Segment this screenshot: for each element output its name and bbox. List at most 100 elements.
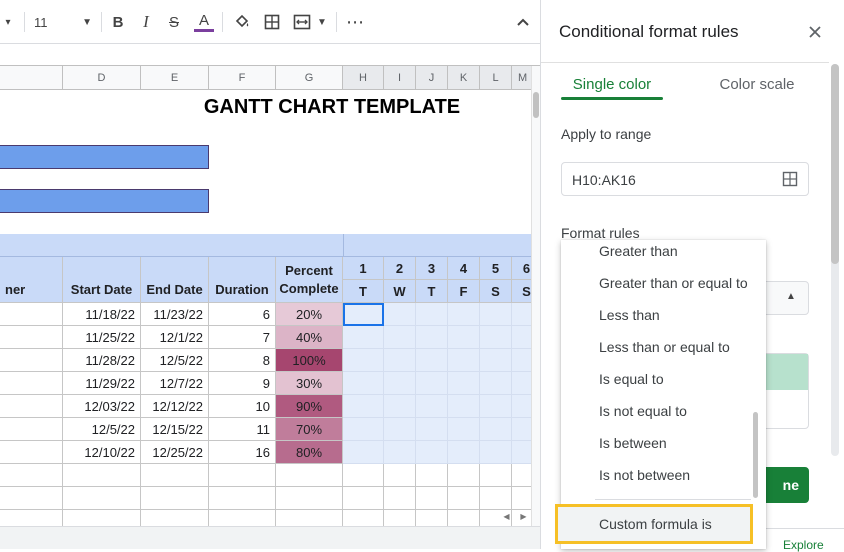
column-header[interactable]: F — [209, 66, 276, 90]
end-date-cell[interactable]: 12/12/22 — [141, 395, 209, 418]
bold-button[interactable]: B — [108, 8, 128, 36]
timeline-cell[interactable] — [416, 395, 448, 418]
empty-cell[interactable] — [0, 510, 63, 526]
range-input[interactable]: H10:AK16 — [561, 162, 809, 196]
owner-cell[interactable] — [0, 441, 63, 464]
tab-single-color[interactable]: Single color — [561, 76, 663, 93]
duration-cell[interactable]: 8 — [209, 349, 276, 372]
zoom-dropdown-arrow-icon[interactable]: ▾ — [0, 8, 16, 36]
timeline-cell[interactable] — [448, 303, 480, 326]
duration-cell[interactable]: 16 — [209, 441, 276, 464]
timeline-cell[interactable] — [480, 326, 512, 349]
empty-cell[interactable] — [480, 464, 512, 487]
sheet-vertical-scrollbar[interactable] — [531, 66, 540, 526]
timeline-cell[interactable] — [384, 372, 416, 395]
timeline-cell[interactable] — [512, 372, 531, 395]
duration-header[interactable]: Duration — [209, 257, 276, 303]
empty-cell[interactable] — [512, 464, 531, 487]
percent-cell[interactable]: 80% — [276, 441, 343, 464]
close-icon[interactable] — [805, 22, 825, 42]
select-range-icon[interactable] — [782, 171, 798, 192]
start-date-cell[interactable]: 12/03/22 — [63, 395, 141, 418]
day-letter-cell[interactable]: T — [343, 280, 384, 303]
done-button[interactable]: ne — [761, 467, 809, 503]
timeline-cell[interactable] — [448, 349, 480, 372]
column-header[interactable]: H — [343, 66, 384, 90]
timeline-cell[interactable] — [512, 303, 531, 326]
owner-cell[interactable] — [0, 349, 63, 372]
timeline-cell[interactable] — [416, 303, 448, 326]
duration-cell[interactable]: 7 — [209, 326, 276, 349]
day-letter-cell[interactable]: W — [384, 280, 416, 303]
start-date-cell[interactable]: 12/5/22 — [63, 418, 141, 441]
column-header[interactable]: G — [276, 66, 343, 90]
timeline-cell[interactable] — [384, 349, 416, 372]
end-date-cell[interactable]: 12/25/22 — [141, 441, 209, 464]
timeline-cell[interactable] — [384, 441, 416, 464]
timeline-cell[interactable] — [512, 418, 531, 441]
timeline-cell[interactable] — [480, 441, 512, 464]
owner-cell[interactable] — [0, 303, 63, 326]
end-date-cell[interactable]: 12/1/22 — [141, 326, 209, 349]
percent-cell[interactable]: 20% — [276, 303, 343, 326]
column-header[interactable]: E — [141, 66, 209, 90]
timeline-cell[interactable] — [480, 372, 512, 395]
day-number-cell[interactable]: 1 — [343, 257, 384, 280]
empty-cell[interactable] — [416, 464, 448, 487]
day-number-cell[interactable]: 4 — [448, 257, 480, 280]
timeline-cell[interactable] — [448, 395, 480, 418]
merge-cells-icon[interactable]: ▼ — [290, 8, 330, 36]
timeline-cell[interactable] — [512, 326, 531, 349]
empty-cell[interactable] — [141, 464, 209, 487]
text-color-button[interactable]: A — [192, 8, 216, 36]
empty-cell[interactable] — [343, 464, 384, 487]
percent-cell[interactable]: 40% — [276, 326, 343, 349]
percent-cell[interactable]: 100% — [276, 349, 343, 372]
empty-cell[interactable] — [384, 464, 416, 487]
start-date-cell[interactable]: 11/18/22 — [63, 303, 141, 326]
blue-bar[interactable] — [0, 145, 209, 169]
percent-complete-header[interactable]: Percent Complete — [276, 257, 343, 303]
timeline-cell[interactable] — [480, 349, 512, 372]
timeline-cell[interactable] — [480, 395, 512, 418]
strikethrough-button[interactable]: S — [164, 8, 184, 36]
start-date-cell[interactable]: 11/25/22 — [63, 326, 141, 349]
start-date-header[interactable]: Start Date — [63, 257, 141, 303]
day-letter-cell[interactable]: F — [448, 280, 480, 303]
duration-cell[interactable]: 10 — [209, 395, 276, 418]
empty-cell[interactable] — [512, 487, 531, 510]
day-number-cell[interactable]: 5 — [480, 257, 512, 280]
start-date-cell[interactable]: 12/10/22 — [63, 441, 141, 464]
empty-cell[interactable] — [276, 510, 343, 526]
timeline-cell[interactable] — [512, 395, 531, 418]
empty-cell[interactable] — [276, 487, 343, 510]
empty-cell[interactable] — [141, 487, 209, 510]
timeline-cell[interactable] — [384, 395, 416, 418]
timeline-cell[interactable] — [343, 418, 384, 441]
column-header[interactable]: J — [416, 66, 448, 90]
timeline-cell[interactable] — [416, 372, 448, 395]
owner-cell[interactable] — [0, 395, 63, 418]
day-letter-cell[interactable]: T — [416, 280, 448, 303]
italic-button[interactable]: I — [136, 8, 156, 36]
timeline-cell[interactable] — [512, 441, 531, 464]
empty-cell[interactable] — [63, 510, 141, 526]
timeline-cell[interactable] — [416, 349, 448, 372]
empty-cell[interactable] — [416, 510, 448, 526]
scroll-right-icon[interactable]: ▶ — [520, 512, 526, 524]
empty-cell[interactable] — [209, 464, 276, 487]
start-date-cell[interactable]: 11/28/22 — [63, 349, 141, 372]
owner-header[interactable]: ner — [0, 257, 63, 303]
timeline-cell[interactable] — [343, 441, 384, 464]
column-header[interactable]: M — [512, 66, 531, 90]
horizontal-scroll-arrows[interactable]: ◀ ▶ — [498, 512, 532, 524]
day-letter-cell[interactable]: S — [512, 280, 531, 303]
end-date-cell[interactable]: 11/23/22 — [141, 303, 209, 326]
menu-item-custom-formula[interactable]: Custom formula is — [555, 504, 753, 544]
empty-cell[interactable] — [141, 510, 209, 526]
menu-item-condition[interactable]: Is not between — [599, 467, 690, 483]
timeline-cell[interactable] — [343, 372, 384, 395]
empty-cell[interactable] — [448, 464, 480, 487]
percent-cell[interactable]: 70% — [276, 418, 343, 441]
menu-item-condition[interactable]: Is equal to — [599, 371, 664, 387]
